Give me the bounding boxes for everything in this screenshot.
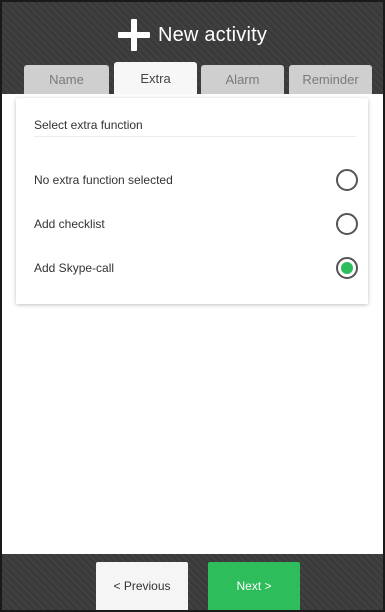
next-button[interactable]: Next >: [208, 562, 300, 610]
app-frame: New activity Name Extra Alarm Reminder S…: [2, 2, 383, 610]
section-title: Select extra function: [34, 118, 143, 132]
option-label: Add checklist: [34, 217, 105, 231]
previous-button[interactable]: < Previous: [96, 562, 188, 610]
tab-bar: Name Extra Alarm Reminder: [2, 62, 383, 94]
option-no-extra-function[interactable]: No extra function selected: [16, 160, 368, 200]
divider: [34, 136, 356, 137]
radio-button[interactable]: [336, 169, 358, 191]
extra-function-card: Select extra function No extra function …: [16, 98, 368, 304]
title-row: New activity: [2, 18, 383, 52]
content-area: Select extra function No extra function …: [2, 94, 383, 554]
option-label: No extra function selected: [34, 173, 173, 187]
plus-icon: [117, 19, 150, 51]
option-add-checklist[interactable]: Add checklist: [16, 204, 368, 244]
radio-button-selected[interactable]: [336, 257, 358, 279]
option-add-skype-call[interactable]: Add Skype-call: [16, 248, 368, 288]
tab-reminder[interactable]: Reminder: [289, 65, 372, 94]
radio-button[interactable]: [336, 213, 358, 235]
tab-extra[interactable]: Extra: [114, 62, 197, 94]
tab-name[interactable]: Name: [24, 65, 109, 94]
tab-alarm[interactable]: Alarm: [201, 65, 284, 94]
footer: < Previous Next >: [2, 554, 383, 610]
page-title: New activity: [157, 23, 268, 46]
header: New activity Name Extra Alarm Reminder: [2, 2, 383, 94]
option-label: Add Skype-call: [34, 261, 115, 275]
